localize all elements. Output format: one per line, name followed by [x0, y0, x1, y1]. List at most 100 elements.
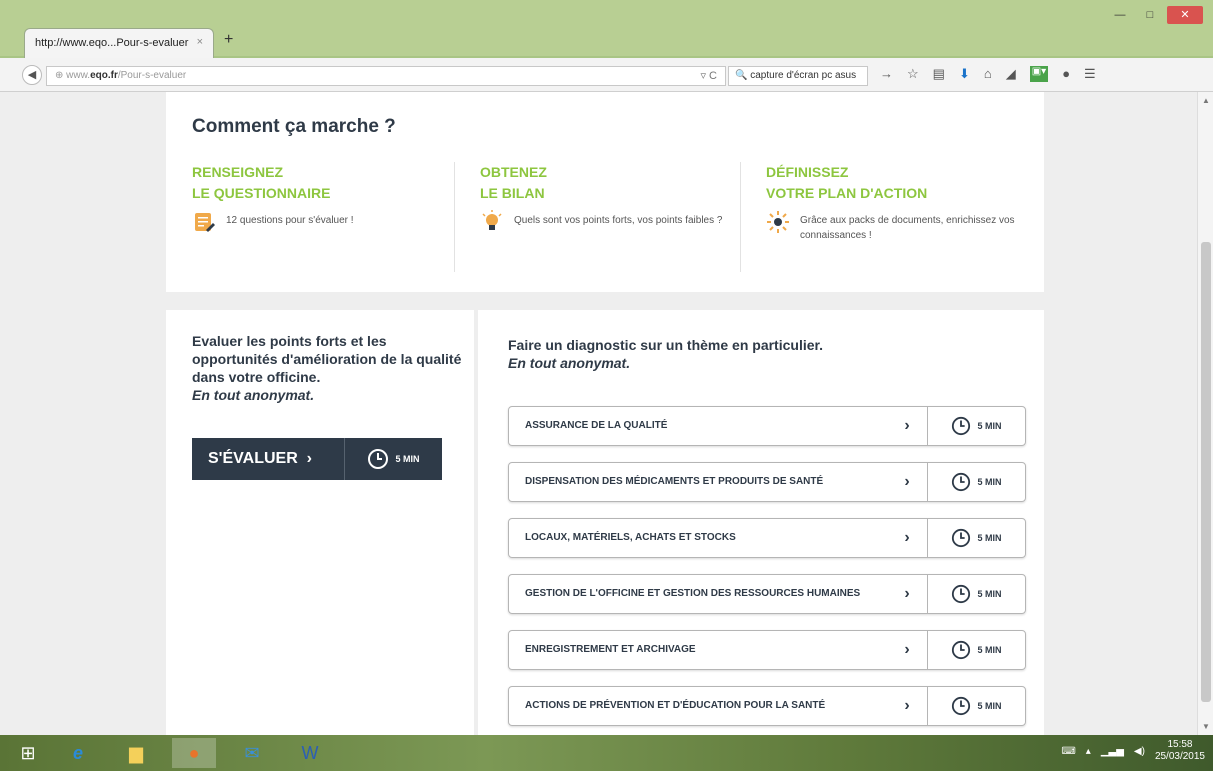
clock-icon	[952, 584, 971, 604]
download-icon[interactable]: ⬇	[959, 66, 970, 82]
theme-item[interactable]: LOCAUX, MATÉRIELS, ACHATS ET STOCKS › 5 …	[508, 518, 1026, 558]
system-tray: ⌨ ▴ ▁▃▅ ◀) 15:58 25/03/2015	[1061, 739, 1205, 763]
theme-list: ASSURANCE DE LA QUALITÉ › 5 MIN DISPENSA…	[508, 406, 1026, 735]
chevron-right-icon: ›	[904, 417, 910, 434]
ie-icon[interactable]: e	[56, 738, 100, 768]
theme-item[interactable]: ASSURANCE DE LA QUALITÉ › 5 MIN	[508, 406, 1026, 446]
system-clock[interactable]: 15:58 25/03/2015	[1155, 739, 1205, 763]
step-title-1: DÉFINISSEZ	[766, 164, 849, 180]
chevron-right-icon: ›	[904, 585, 910, 602]
word-icon[interactable]: W	[288, 738, 332, 768]
scrollbar-thumb[interactable]	[1201, 242, 1211, 702]
theme-label: DISPENSATION DES MÉDICAMENTS ET PRODUITS…	[525, 476, 824, 487]
how-it-works-card: Comment ça marche ? RENSEIGNEZ LE QUESTI…	[166, 92, 1044, 292]
theme-label: ENREGISTREMENT ET ARCHIVAGE	[525, 644, 696, 655]
theme-time: 5 MIN	[977, 645, 1002, 655]
globe-icon: ⊕	[55, 70, 67, 81]
vertical-scrollbar[interactable]: ▲ ▼	[1197, 92, 1213, 735]
tab-title: http://www.eqo...Pour-s-evaluer	[35, 37, 189, 49]
how-title: Comment ça marche ?	[192, 116, 396, 137]
tab-bar: http://www.eqo...Pour-s-evaluer × + — □ …	[0, 0, 1213, 58]
scroll-up-icon[interactable]: ▲	[1202, 96, 1210, 105]
step-desc: Grâce aux packs de documents, enrichisse…	[800, 215, 1015, 241]
sun-icon	[767, 211, 789, 233]
maximize-icon[interactable]: □	[1137, 6, 1163, 24]
anonymous-note: En tout anonymat.	[508, 355, 631, 371]
step-plan: DÉFINISSEZ VOTRE PLAN D'ACTION Grâce aux…	[766, 162, 1026, 243]
clipboard-icon[interactable]: ▤	[933, 66, 945, 82]
questionnaire-icon	[195, 213, 215, 232]
lightbulb-icon	[482, 210, 502, 230]
theme-item[interactable]: GESTION DE L'OFFICINE ET GESTION DES RES…	[508, 574, 1026, 614]
theme-label: LOCAUX, MATÉRIELS, ACHATS ET STOCKS	[525, 532, 736, 543]
new-tab-button[interactable]: +	[224, 31, 233, 49]
chevron-right-icon: ›	[904, 529, 910, 546]
page-content: Comment ça marche ? RENSEIGNEZ LE QUESTI…	[0, 92, 1197, 735]
home-icon[interactable]: ⌂	[984, 66, 992, 82]
step-bilan: OBTENEZ LE BILAN Quels sont vos points f…	[480, 162, 740, 234]
close-icon[interactable]: ✕	[1167, 6, 1203, 24]
star-icon[interactable]: ☆	[907, 66, 919, 82]
go-arrow-icon[interactable]: →	[880, 66, 893, 82]
evaluate-card: Evaluer les points forts et les opportun…	[166, 310, 474, 735]
theme-item[interactable]: ENREGISTREMENT ET ARCHIVAGE › 5 MIN	[508, 630, 1026, 670]
tab-close-button[interactable]: ×	[197, 36, 203, 48]
theme-item[interactable]: ACTIONS DE PRÉVENTION ET D'ÉDUCATION POU…	[508, 686, 1026, 726]
theme-item[interactable]: DISPENSATION DES MÉDICAMENTS ET PRODUITS…	[508, 462, 1026, 502]
back-button[interactable]: ◀	[22, 65, 42, 85]
clock-icon	[952, 696, 971, 716]
step-title-2: VOTRE PLAN D'ACTION	[766, 185, 928, 201]
address-bar[interactable]: ⊕ www.eqo.fr/Pour-s-evaluer ▿ C	[46, 66, 726, 86]
diagnostic-title: Faire un diagnostic sur un thème en part…	[508, 337, 824, 353]
search-input[interactable]: 🔍 capture d'écran pc asus	[728, 66, 868, 86]
clock-time: 15:58	[1167, 739, 1193, 750]
theme-label: ASSURANCE DE LA QUALITÉ	[525, 420, 668, 431]
evaluate-button[interactable]: S'ÉVALUER › 5 MIN	[192, 438, 442, 480]
evaluate-label: S'ÉVALUER	[208, 450, 298, 467]
divider	[740, 162, 741, 272]
addon-icon[interactable]: ▣▾	[1029, 66, 1049, 82]
firefox-icon[interactable]: ●	[172, 738, 216, 768]
volume-icon[interactable]: ◀)	[1134, 746, 1145, 757]
nav-bar: ◀ ⊕ www.eqo.fr/Pour-s-evaluer ▿ C 🔍 capt…	[0, 58, 1213, 92]
mail-icon[interactable]: ✉	[230, 738, 274, 768]
browser-tab[interactable]: http://www.eqo...Pour-s-evaluer ×	[24, 28, 214, 58]
chevron-right-icon: ›	[904, 697, 910, 714]
divider	[454, 162, 455, 272]
reload-icon[interactable]: ▿ C	[700, 69, 717, 82]
clock-date: 25/03/2015	[1154, 751, 1205, 762]
file-explorer-icon[interactable]: ▆	[114, 738, 158, 768]
minimize-icon[interactable]: —	[1107, 6, 1133, 24]
network-icon[interactable]: ▁▃▅	[1101, 746, 1124, 757]
theme-label: ACTIONS DE PRÉVENTION ET D'ÉDUCATION POU…	[525, 700, 826, 711]
scroll-down-icon[interactable]: ▼	[1202, 722, 1210, 731]
step-desc: Quels sont vos points forts, vos points …	[514, 215, 723, 226]
step-desc: 12 questions pour s'évaluer !	[226, 215, 354, 226]
windows-start-icon[interactable]: ⊞	[6, 738, 50, 768]
chevron-right-icon: ›	[904, 473, 910, 490]
tray-arrow-icon[interactable]: ▴	[1086, 746, 1091, 757]
step-title-1: OBTENEZ	[480, 164, 547, 180]
theme-time: 5 MIN	[977, 701, 1002, 711]
theme-time: 5 MIN	[977, 589, 1002, 599]
keyboard-icon[interactable]: ⌨	[1061, 746, 1075, 757]
clock-icon	[952, 416, 971, 436]
step-title-1: RENSEIGNEZ	[192, 164, 284, 180]
search-value: capture d'écran pc asus	[750, 70, 857, 81]
clock-icon	[952, 528, 971, 548]
theme-time: 5 MIN	[977, 533, 1002, 543]
clock-icon	[952, 640, 971, 660]
window-controls: — □ ✕	[1107, 6, 1203, 24]
url-host: eqo.fr	[90, 70, 118, 81]
clock-icon	[368, 449, 389, 469]
menu-icon[interactable]: ☰	[1084, 66, 1096, 82]
chat-icon[interactable]: ●	[1062, 66, 1070, 82]
url-prefix: www.	[66, 70, 91, 81]
step-title-2: LE QUESTIONNAIRE	[192, 185, 331, 201]
search-icon: 🔍	[735, 70, 751, 81]
send-icon[interactable]: ◢	[1006, 66, 1016, 82]
theme-time: 5 MIN	[977, 477, 1002, 487]
theme-label: GESTION DE L'OFFICINE ET GESTION DES RES…	[525, 588, 861, 599]
taskbar: ⊞ e ▆ ● ✉ W ⌨ ▴ ▁▃▅ ◀) 15:58 25/03/2015	[0, 735, 1213, 771]
diagnostic-card: Faire un diagnostic sur un thème en part…	[478, 310, 1044, 735]
